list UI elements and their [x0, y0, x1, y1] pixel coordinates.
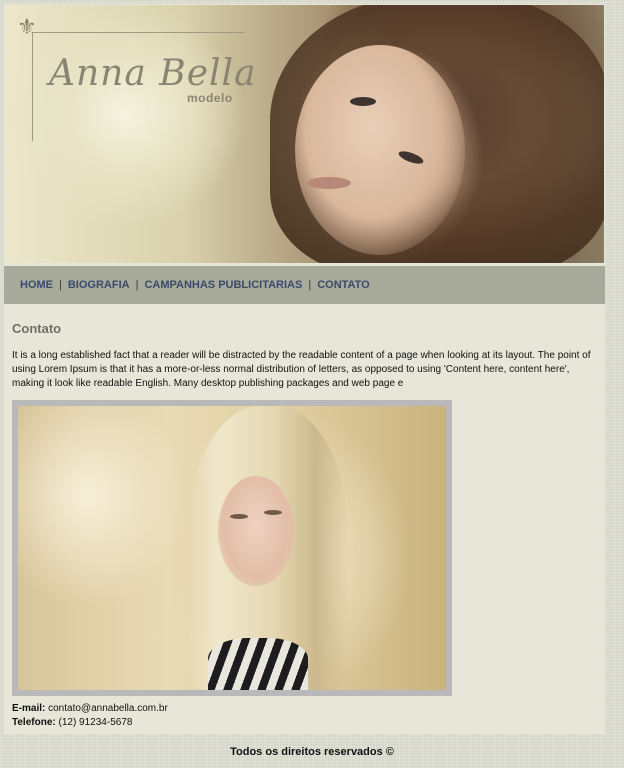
nav-separator: | — [59, 279, 62, 291]
banner-ornament-line — [32, 33, 33, 141]
brand-name: Anna Bella — [49, 53, 257, 94]
banner-photo-face — [295, 45, 465, 255]
model-photo-shirt — [208, 638, 308, 690]
fleur-de-lis-icon: ⚜ — [17, 15, 37, 40]
page-container: ⚜ Anna Bella modelo HOME | BIOGRAFIA | C… — [4, 4, 605, 734]
nav-item-biografia[interactable]: BIOGRAFIA — [68, 279, 130, 291]
email-label: E-mail: — [12, 703, 46, 714]
nav-separator: | — [135, 279, 139, 291]
model-photo-eye — [230, 514, 248, 519]
nav-item-contato[interactable]: CONTATO — [317, 279, 370, 291]
nav-item-campanhas-publicitarias[interactable]: CAMPANHAS PUBLICITARIAS — [144, 279, 302, 291]
main-navigation: HOME | BIOGRAFIA | CAMPANHAS PUBLICITARI… — [4, 266, 605, 304]
phone-line: Telefone: (12) 91234-5678 — [12, 716, 168, 730]
content-paragraph: It is a long established fact that a rea… — [12, 350, 591, 389]
email-value[interactable]: contato@annabella.com.br — [48, 703, 168, 714]
phone-value: (12) 91234-5678 — [58, 717, 133, 728]
page-title: Contato — [12, 321, 62, 336]
brand-subtitle: modelo — [187, 91, 233, 105]
phone-label: Telefone: — [12, 717, 56, 728]
email-line: E-mail: contato@annabella.com.br — [12, 702, 168, 716]
nav-item-home[interactable]: HOME — [20, 279, 53, 291]
model-photo-eye — [264, 510, 282, 515]
contact-info: E-mail: contato@annabella.com.br Telefon… — [12, 702, 168, 730]
banner-photo-lips — [307, 177, 351, 189]
header-banner: ⚜ Anna Bella modelo — [5, 5, 604, 263]
banner-ornament-line — [32, 32, 245, 33]
banner-photo-eye — [350, 97, 376, 106]
model-photo-face — [218, 476, 294, 586]
footer-copyright: Todos os direitos reservados © — [230, 746, 394, 758]
nav-separator: | — [308, 279, 312, 291]
model-photo — [18, 406, 446, 690]
model-photo-frame — [12, 400, 452, 696]
